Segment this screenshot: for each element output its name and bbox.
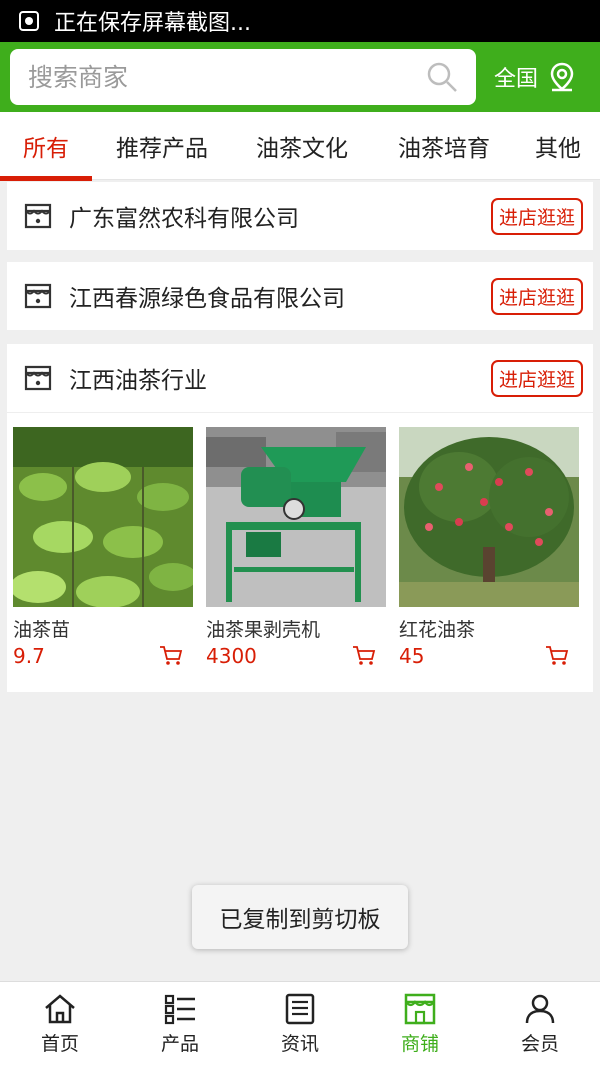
tab-all[interactable]: 所有 <box>0 112 92 181</box>
nav-label: 首页 <box>40 1033 79 1055</box>
tab-other[interactable]: 其他 <box>516 112 600 180</box>
nav-label: 资讯 <box>280 1033 319 1055</box>
search-icon[interactable] <box>426 61 458 93</box>
nav-home[interactable]: 首页 <box>0 982 120 1067</box>
product-name: 油茶果剥壳机 <box>206 619 321 641</box>
nav-stores[interactable]: 商铺 <box>360 982 480 1067</box>
product-card[interactable]: 油茶果剥壳机 4300 <box>206 427 386 668</box>
nav-member[interactable]: 会员 <box>480 982 600 1067</box>
user-icon <box>525 994 555 1024</box>
header: 全国 <box>0 42 600 112</box>
search-box[interactable] <box>10 49 476 105</box>
cart-icon[interactable] <box>159 645 183 667</box>
product-price: 9.7 <box>13 644 45 668</box>
store-icon <box>404 993 436 1025</box>
shop-icon <box>24 365 52 391</box>
cart-icon[interactable] <box>352 645 376 667</box>
location-icon <box>550 62 574 92</box>
product-image[interactable] <box>399 427 579 607</box>
store-name: 江西春源绿色食品有限公司 <box>69 286 345 312</box>
store-name: 江西油茶行业 <box>69 368 207 394</box>
product-image[interactable] <box>206 427 386 607</box>
bottom-nav: 首页 产品 资讯 商铺 会员 <box>0 981 600 1067</box>
enter-store-button[interactable]: 进店逛逛 <box>490 197 583 235</box>
status-bar: 正在保存屏幕截图... <box>0 0 600 42</box>
category-tabs: 所有 推荐产品 油茶文化 油茶培育 其他 <box>0 112 600 181</box>
enter-store-button[interactable]: 进店逛逛 <box>490 277 583 315</box>
store-card: 江西春源绿色食品有限公司 进店逛逛 <box>7 262 593 330</box>
news-icon <box>285 993 315 1025</box>
tab-cultivation[interactable]: 油茶培育 <box>372 112 516 180</box>
product-card[interactable]: 红花油茶 45 <box>399 427 579 668</box>
tab-recommended[interactable]: 推荐产品 <box>92 112 232 180</box>
product-price: 45 <box>399 644 425 668</box>
nav-label: 产品 <box>160 1033 199 1055</box>
tab-culture[interactable]: 油茶文化 <box>232 112 372 180</box>
screenshot-icon <box>19 11 39 31</box>
store-row[interactable]: 江西油茶行业 进店逛逛 <box>7 344 593 412</box>
enter-store-button[interactable]: 进店逛逛 <box>490 359 583 397</box>
cart-icon[interactable] <box>545 645 569 667</box>
store-row[interactable]: 江西春源绿色食品有限公司 进店逛逛 <box>7 262 593 330</box>
product-image[interactable] <box>13 427 193 607</box>
nav-label: 商铺 <box>400 1033 439 1055</box>
nav-products[interactable]: 产品 <box>120 982 240 1067</box>
shop-icon <box>24 283 52 309</box>
status-text: 正在保存屏幕截图... <box>54 11 251 36</box>
product-price: 4300 <box>206 644 257 668</box>
product-name: 红花油茶 <box>399 619 476 641</box>
region-selector[interactable]: 全国 <box>494 61 578 93</box>
copied-toast: 已复制到剪切板 <box>192 885 408 949</box>
store-name: 广东富然农科有限公司 <box>69 206 299 232</box>
product-card[interactable]: 油茶苗 9.7 <box>13 427 193 668</box>
list-icon <box>164 994 195 1025</box>
nav-news[interactable]: 资讯 <box>240 982 360 1067</box>
store-row[interactable]: 广东富然农科有限公司 进店逛逛 <box>7 182 593 250</box>
nav-label: 会员 <box>520 1033 559 1055</box>
shop-icon <box>24 203 52 229</box>
product-name: 油茶苗 <box>13 619 71 641</box>
product-list: 油茶苗 9.7 油茶果剥壳机 4300 红花油茶 45 <box>7 412 593 692</box>
region-label: 全国 <box>494 67 539 92</box>
home-icon <box>45 994 75 1024</box>
store-card: 广东富然农科有限公司 进店逛逛 <box>7 182 593 250</box>
store-card: 江西油茶行业 进店逛逛 油茶苗 9.7 油茶果剥壳机 4300 红花油茶 45 <box>7 344 593 692</box>
search-input[interactable] <box>28 62 426 92</box>
